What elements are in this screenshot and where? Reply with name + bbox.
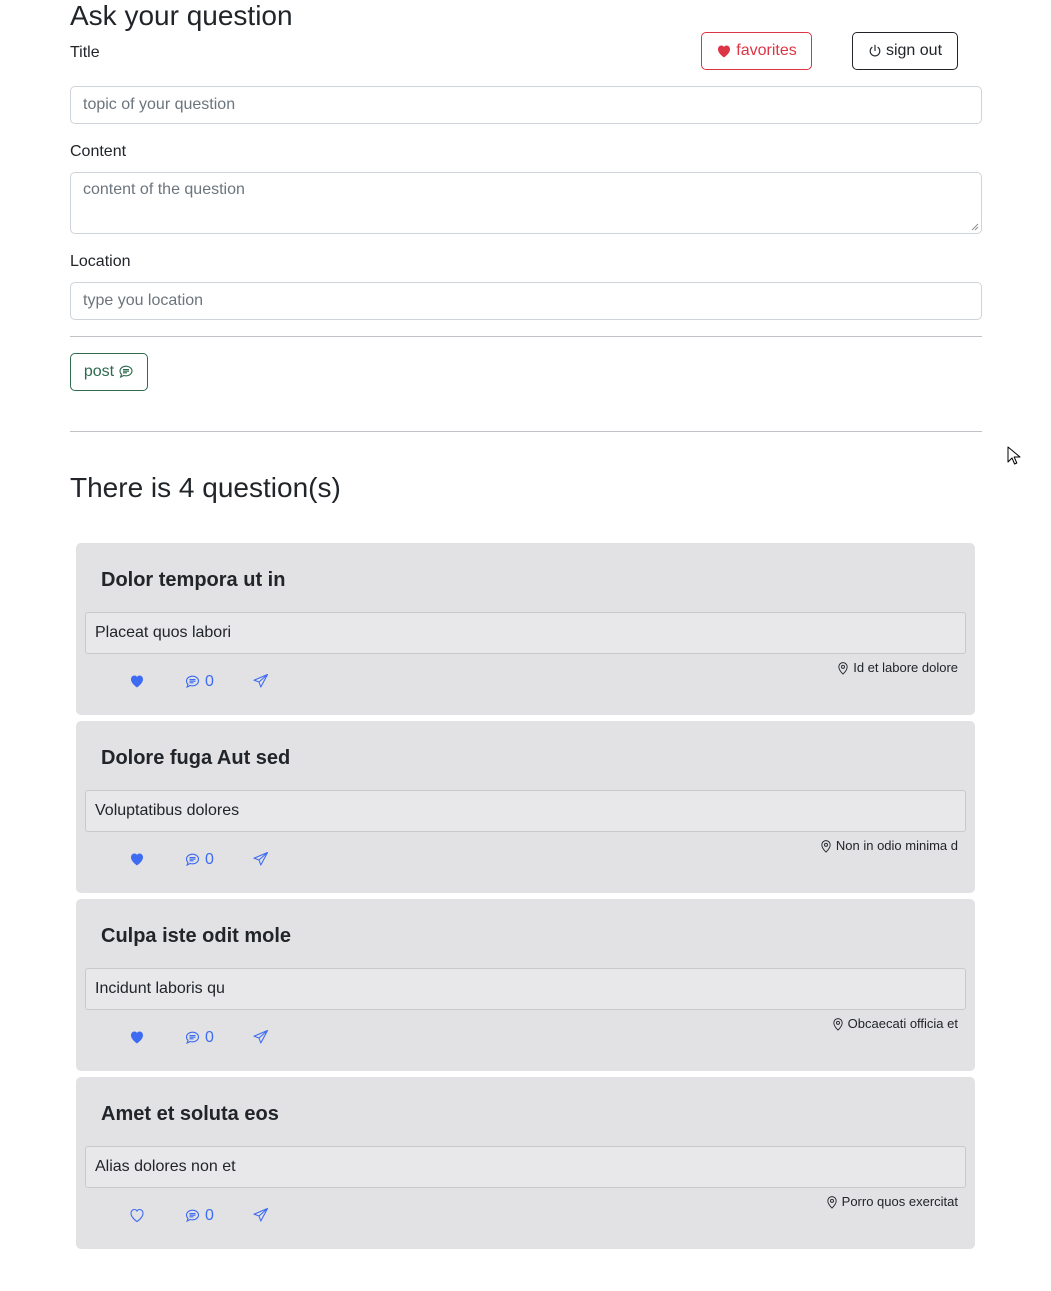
question-card: Culpa iste odit mole Incidunt laboris qu…: [76, 899, 975, 1071]
comments-button[interactable]: 0: [184, 673, 214, 691]
question-location: Obcaecati officia et: [832, 1016, 958, 1032]
post-label: post: [83, 363, 115, 380]
chat-left-text-icon: [184, 674, 201, 690]
title-input[interactable]: topic of your question: [70, 86, 982, 124]
comment-count: 0: [205, 851, 214, 868]
question-location: Non in odio minima d: [820, 838, 958, 854]
question-location: Porro quos exercitat: [826, 1194, 958, 1210]
post-button[interactable]: post: [70, 353, 148, 391]
share-button[interactable]: [252, 673, 269, 689]
chat-left-text-icon: [184, 1030, 201, 1046]
question-list: Dolor tempora ut in Placeat quos labori …: [76, 543, 975, 1255]
like-button[interactable]: [128, 673, 146, 689]
content-placeholder: content of the question: [83, 181, 245, 198]
location-label: Location: [70, 253, 131, 270]
power-icon: [868, 44, 882, 58]
favorites-label: favorites: [736, 42, 797, 59]
question-count-heading: There is 4 question(s): [70, 472, 341, 503]
chat-left-text-icon: [118, 364, 134, 380]
question-content: Placeat quos labori: [85, 612, 966, 654]
question-content: Incidunt laboris qu: [85, 968, 966, 1010]
question-card: Amet et soluta eos Alias dolores non et …: [76, 1077, 975, 1249]
question-actions: 0: [76, 671, 376, 693]
comments-button[interactable]: 0: [184, 1207, 214, 1225]
question-title: Dolor tempora ut in: [101, 569, 286, 591]
heart-fill-icon: [128, 851, 146, 867]
chat-left-text-icon: [184, 852, 201, 868]
sign-out-button[interactable]: sign out: [852, 32, 958, 70]
favorites-button[interactable]: favorites: [701, 32, 812, 70]
resize-grip-icon[interactable]: [971, 223, 979, 231]
heart-fill-icon: [128, 673, 146, 689]
like-button[interactable]: [128, 1207, 146, 1223]
question-card: Dolor tempora ut in Placeat quos labori …: [76, 543, 975, 715]
question-location: Id et labore dolore: [837, 660, 958, 676]
content-label: Content: [70, 143, 127, 160]
share-button[interactable]: [252, 1207, 269, 1223]
geo-alt-icon: [832, 1017, 844, 1031]
page-title: Ask your question: [70, 0, 293, 31]
geo-alt-icon: [820, 839, 832, 853]
location-text: Id et labore dolore: [853, 660, 958, 675]
share-button[interactable]: [252, 1029, 269, 1045]
like-button[interactable]: [128, 1029, 146, 1045]
section-divider: [70, 431, 982, 432]
share-button[interactable]: [252, 851, 269, 867]
comment-count: 0: [205, 1207, 214, 1224]
comment-count: 0: [205, 673, 214, 690]
comments-button[interactable]: 0: [184, 1029, 214, 1047]
heart-outline-icon: [128, 1207, 146, 1223]
question-title: Dolore fuga Aut sed: [101, 747, 291, 769]
question-card: Dolore fuga Aut sed Voluptatibus dolores…: [76, 721, 975, 893]
sign-out-label: sign out: [885, 42, 943, 59]
question-content: Voluptatibus dolores: [85, 790, 966, 832]
location-text: Porro quos exercitat: [841, 1194, 958, 1209]
location-text: Obcaecati officia et: [847, 1016, 958, 1031]
location-input[interactable]: type you location: [70, 282, 982, 320]
send-icon: [252, 1029, 269, 1045]
heart-fill-icon: [128, 1029, 146, 1045]
question-title: Culpa iste odit mole: [101, 925, 292, 947]
content-textarea[interactable]: content of the question: [70, 172, 982, 234]
send-icon: [252, 851, 269, 867]
title-placeholder: topic of your question: [83, 96, 236, 113]
title-label: Title: [70, 44, 100, 61]
comments-button[interactable]: 0: [184, 851, 214, 869]
question-actions: 0: [76, 1027, 376, 1049]
send-icon: [252, 1207, 269, 1223]
geo-alt-icon: [826, 1195, 838, 1209]
location-text: Non in odio minima d: [835, 838, 958, 853]
comment-count: 0: [205, 1029, 214, 1046]
question-content: Alias dolores non et: [85, 1146, 966, 1188]
location-placeholder: type you location: [83, 292, 204, 309]
mouse-cursor-icon: [1007, 446, 1021, 466]
form-divider: [70, 336, 982, 337]
heart-fill-icon: [716, 43, 732, 59]
geo-alt-icon: [837, 661, 849, 675]
question-title: Amet et soluta eos: [101, 1103, 279, 1125]
like-button[interactable]: [128, 851, 146, 867]
chat-left-text-icon: [184, 1208, 201, 1224]
send-icon: [252, 673, 269, 689]
question-actions: 0: [76, 849, 376, 871]
question-actions: 0: [76, 1205, 376, 1227]
